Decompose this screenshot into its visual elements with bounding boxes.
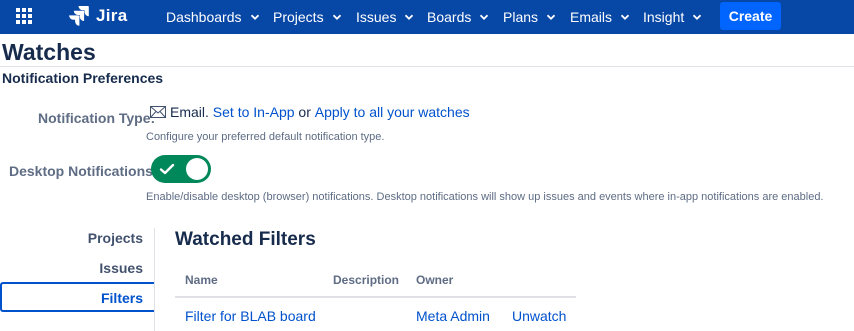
page-title: Watches — [2, 39, 96, 65]
nav-emails-label: Emails — [570, 9, 613, 25]
nav-plans[interactable]: Plans — [503, 6, 556, 28]
chevron-down-icon — [620, 14, 630, 20]
nav-emails[interactable]: Emails — [570, 6, 630, 28]
brand-name: Jira — [96, 6, 128, 25]
notification-type-help: Configure your preferred default notific… — [146, 131, 385, 143]
unwatch-link[interactable]: Unwatch — [512, 307, 566, 325]
nav-plans-label: Plans — [503, 9, 539, 25]
title-divider — [0, 66, 854, 67]
chevron-down-icon — [693, 14, 702, 20]
chevron-down-icon — [546, 14, 556, 20]
nav-dashboards-label: Dashboards — [166, 9, 242, 25]
current-notification-type: Email. — [170, 104, 209, 120]
notification-type-value: Email. Set to In-App or Apply to all you… — [150, 103, 470, 121]
nav-projects-label: Projects — [273, 9, 324, 25]
section-title: Notification Preferences — [2, 70, 164, 86]
apply-to-all-watches-link[interactable]: Apply to all your watches — [315, 103, 470, 121]
toggle-knob — [186, 158, 208, 180]
jira-mark-icon — [69, 6, 89, 26]
jira-logo[interactable]: Jira — [68, 4, 127, 28]
chevron-down-icon — [480, 14, 489, 20]
filter-owner-link[interactable]: Meta Admin — [416, 307, 490, 325]
or-text: or — [298, 104, 311, 120]
filter-name-link[interactable]: Filter for BLAB board — [185, 307, 316, 325]
desktop-notifications-toggle[interactable] — [151, 155, 211, 183]
chevron-down-icon — [405, 14, 414, 20]
column-header-name: Name — [185, 273, 218, 287]
check-icon — [159, 163, 175, 175]
sidebar-item-issues[interactable]: Issues — [0, 254, 154, 282]
sidebar-divider — [154, 228, 155, 331]
create-button[interactable]: Create — [720, 2, 781, 30]
sidebar-item-filters[interactable]: Filters — [0, 282, 154, 312]
app-switcher-icon[interactable] — [16, 8, 34, 26]
chevron-down-icon — [250, 14, 259, 20]
column-header-owner: Owner — [416, 273, 454, 287]
nav-insight-label: Insight — [643, 9, 685, 25]
notification-type-label: Notification Type: — [38, 110, 156, 126]
chevron-down-icon — [332, 14, 341, 20]
nav-boards[interactable]: Boards — [427, 6, 489, 28]
email-icon — [150, 106, 166, 118]
nav-dashboards[interactable]: Dashboards — [166, 6, 260, 28]
nav-boards-label: Boards — [427, 9, 472, 25]
desktop-notifications-help: Enable/disable desktop (browser) notific… — [146, 191, 824, 203]
set-to-inapp-link[interactable]: Set to In-App — [213, 103, 295, 121]
column-header-description: Description — [333, 273, 400, 287]
sidebar-item-projects[interactable]: Projects — [0, 224, 154, 252]
watched-filters-title: Watched Filters — [175, 229, 316, 250]
table-header-divider — [175, 296, 576, 298]
top-navigation-bar: Jira Dashboards Projects Issues Boards P… — [0, 0, 854, 34]
desktop-notifications-label: Desktop Notifications: — [9, 163, 158, 179]
nav-issues-label: Issues — [356, 9, 397, 25]
nav-projects[interactable]: Projects — [273, 6, 342, 28]
nav-issues[interactable]: Issues — [356, 6, 414, 28]
nav-insight[interactable]: Insight — [643, 6, 702, 28]
